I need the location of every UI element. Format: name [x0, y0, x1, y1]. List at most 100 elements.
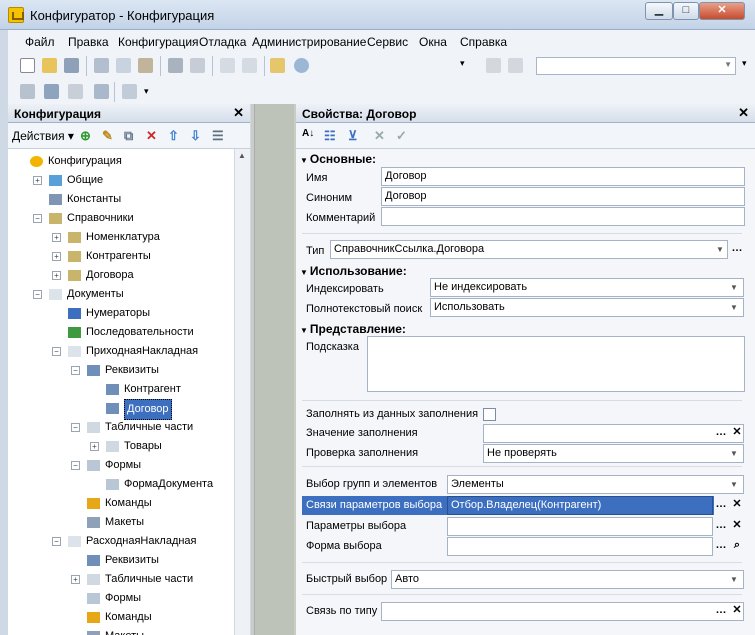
menu-edit[interactable]: Правка	[68, 35, 109, 49]
tree-node[interactable]: + Табличные части	[8, 570, 234, 589]
new-icon[interactable]	[20, 58, 35, 73]
section-usage[interactable]: Использование:	[300, 264, 407, 278]
preview-icon[interactable]	[190, 58, 205, 73]
menu-file[interactable]: Файл	[25, 35, 55, 49]
quick-choice-dropdown-icon[interactable]: ▼	[726, 571, 742, 588]
type-link-field[interactable]	[381, 602, 744, 621]
tree-node[interactable]: + Контрагенты	[8, 247, 234, 266]
tree-node[interactable]: Формы	[8, 589, 234, 608]
menu-service[interactable]: Сервис	[367, 35, 408, 49]
actions-menu[interactable]: Действия ▾	[12, 129, 74, 143]
save-icon[interactable]	[64, 58, 79, 73]
type-link-more-icon[interactable]: …	[713, 603, 729, 620]
hint-field[interactable]	[367, 336, 745, 392]
tree-node[interactable]: Нумераторы	[8, 304, 234, 323]
menu-debug[interactable]: Отладка	[199, 35, 246, 49]
tree-expander-icon[interactable]: −	[71, 461, 80, 470]
search-icon[interactable]	[294, 58, 309, 73]
close-window-button[interactable]: ✕	[699, 2, 745, 20]
fill-value-more-icon[interactable]: …	[713, 425, 729, 442]
menu-windows[interactable]: Окна	[419, 35, 447, 49]
synonym-field[interactable]: Договор	[381, 187, 745, 206]
fulltext-dropdown-icon[interactable]: ▼	[726, 299, 742, 316]
tree-expander-icon[interactable]: −	[71, 423, 80, 432]
tree-expander-icon[interactable]: −	[71, 366, 80, 375]
cancel-icon[interactable]: ✕	[374, 128, 385, 144]
tree-node[interactable]: Команды	[8, 608, 234, 627]
fill-check-select[interactable]: Не проверять	[483, 444, 744, 463]
tree-expander-icon[interactable]: +	[90, 442, 99, 451]
comment-field[interactable]	[381, 207, 745, 226]
menu-configuration[interactable]: Конфигурация	[118, 35, 199, 49]
delete-icon[interactable]: ✕	[146, 128, 157, 144]
tree-node[interactable]: Макеты	[8, 627, 234, 635]
tree-node[interactable]: Команды	[8, 494, 234, 513]
undo-icon[interactable]	[220, 58, 235, 73]
tree-scrollbar[interactable]	[234, 149, 250, 635]
indexing-dropdown-icon[interactable]: ▼	[726, 279, 742, 296]
close-icon[interactable]: ✕	[738, 105, 749, 121]
redo-icon[interactable]	[242, 58, 257, 73]
section-view[interactable]: Представление:	[300, 322, 406, 336]
fill-from-data-checkbox[interactable]	[483, 408, 496, 421]
tree-expander-icon[interactable]: +	[52, 271, 61, 280]
tree-node[interactable]: − Формы	[8, 456, 234, 475]
toolbar-overflow-icon[interactable]: ▾	[460, 58, 470, 73]
metadata-icon[interactable]	[44, 84, 59, 99]
fill-value-field[interactable]	[483, 424, 744, 443]
choice-links-field[interactable]: Отбор.Владелец(Контрагент)	[447, 496, 713, 515]
tree-node[interactable]: + Товары	[8, 437, 234, 456]
tree-node[interactable]: Константы	[8, 190, 234, 209]
print-icon[interactable]	[168, 58, 183, 73]
choice-params-clear-icon[interactable]: ✕	[729, 518, 745, 535]
choice-params-field[interactable]	[447, 517, 713, 536]
tool-icon[interactable]	[508, 58, 523, 73]
tree-node[interactable]: + Договора	[8, 266, 234, 285]
type-field[interactable]: СправочникСсылка.Договора	[330, 240, 728, 259]
tree-expander-icon[interactable]: +	[33, 176, 42, 185]
paste-icon[interactable]	[138, 58, 153, 73]
choice-form-field[interactable]	[447, 537, 713, 556]
tree-node[interactable]: Договор	[8, 399, 234, 420]
edit-icon[interactable]: ✎	[102, 128, 113, 144]
tree-node[interactable]: − РасходнаяНакладная	[8, 532, 234, 551]
fill-check-dropdown-icon[interactable]: ▼	[726, 445, 742, 462]
tree-node[interactable]: − Реквизиты	[8, 361, 234, 380]
move-up-icon[interactable]: ⇧	[168, 128, 179, 144]
type-link-clear-icon[interactable]: ✕	[729, 603, 745, 620]
section-basic[interactable]: Основные:	[300, 152, 376, 166]
window-icon[interactable]	[94, 84, 109, 99]
fill-value-clear-icon[interactable]: ✕	[729, 425, 745, 442]
menu-administration[interactable]: Администрирование	[252, 35, 366, 49]
run-dropdown-icon[interactable]: ▾	[144, 86, 154, 101]
tree-node[interactable]: Контрагент	[8, 380, 234, 399]
module-icon[interactable]	[20, 84, 35, 99]
tree-node[interactable]: Реквизиты	[8, 551, 234, 570]
tree-node[interactable]: − Документы	[8, 285, 234, 304]
choice-params-more-icon[interactable]: …	[713, 518, 729, 535]
tree-expander-icon[interactable]: +	[71, 575, 80, 584]
cut-icon[interactable]	[94, 58, 109, 73]
copy-icon[interactable]	[116, 58, 131, 73]
tree-node[interactable]: − ПриходнаяНакладная	[8, 342, 234, 361]
categorized-icon[interactable]: ☷	[324, 128, 336, 144]
type-more-icon[interactable]: …	[729, 241, 745, 258]
filter-icon[interactable]: ⊻	[348, 128, 358, 144]
tree-node[interactable]: Последовательности	[8, 323, 234, 342]
tree-node[interactable]: ФормаДокумента	[8, 475, 234, 494]
open-icon[interactable]	[42, 58, 57, 73]
tree-node[interactable]: + Общие	[8, 171, 234, 190]
move-down-icon[interactable]: ⇩	[190, 128, 201, 144]
choice-form-more-icon[interactable]: …	[713, 538, 729, 555]
copy-icon[interactable]: ⧉	[124, 128, 133, 144]
close-icon[interactable]: ✕	[233, 105, 244, 121]
run-icon[interactable]	[122, 84, 137, 99]
find-in-folder-icon[interactable]	[270, 58, 285, 73]
type-dropdown-icon[interactable]: ▼	[712, 241, 728, 258]
fulltext-select[interactable]: Использовать	[430, 298, 744, 317]
tree-expander-icon[interactable]: −	[52, 347, 61, 356]
search-combo[interactable]	[536, 57, 736, 75]
choice-links-more-icon[interactable]: …	[713, 497, 729, 514]
tree-node[interactable]: Конфигурация	[8, 152, 234, 171]
minimize-button[interactable]: ▁	[645, 2, 673, 20]
